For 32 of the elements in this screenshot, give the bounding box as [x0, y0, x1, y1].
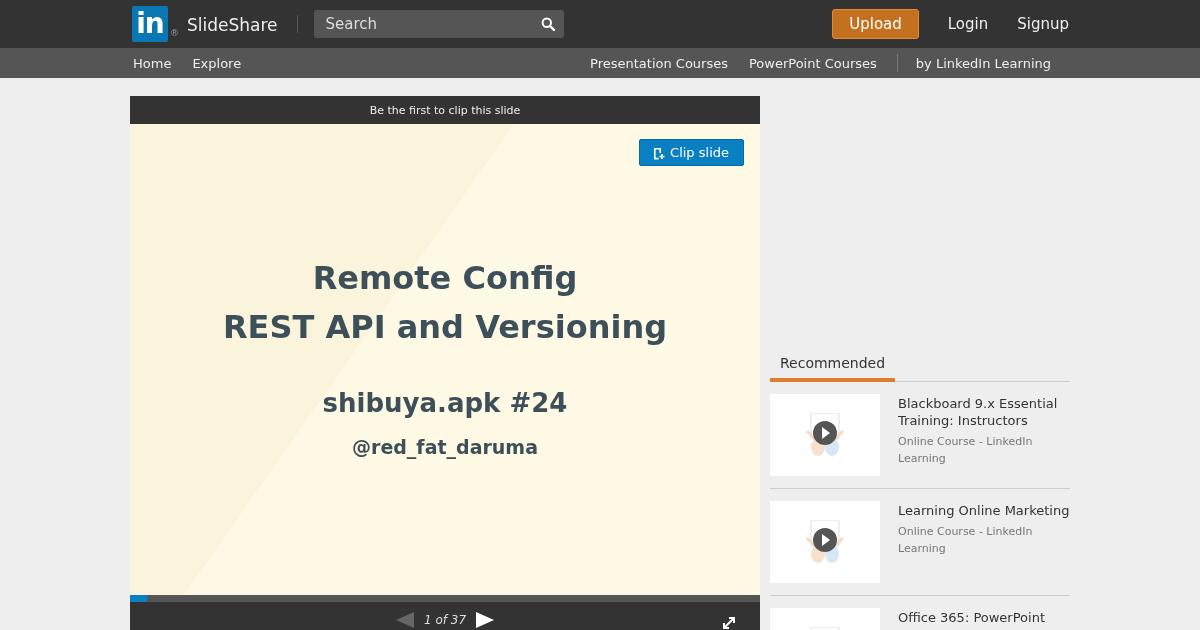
next-icon[interactable] — [476, 612, 495, 628]
nav-link[interactable]: Presentation Courses — [590, 55, 728, 71]
course-title[interactable]: Learning Online Marketing — [898, 502, 1070, 519]
course-meta: Online Course - LinkedIn Learning — [898, 524, 1034, 557]
slide-subtitle: shibuya.apk #24 — [322, 388, 568, 418]
registered-mark: ® — [170, 28, 179, 38]
login-link[interactable]: Login — [947, 15, 989, 33]
brand-name[interactable]: SlideShare — [187, 15, 278, 35]
course-thumbnail[interactable] — [770, 501, 880, 583]
nav-link[interactable]: PowerPoint Courses — [749, 55, 877, 71]
course-title[interactable]: Office 365: PowerPoint — [898, 609, 1045, 626]
page-counter: 1 of 37 — [423, 613, 467, 627]
play-logo-drawing — [805, 520, 845, 564]
search-field[interactable]: Search — [313, 10, 564, 38]
search-icon[interactable] — [540, 17, 555, 31]
nav-link[interactable]: Explore — [192, 55, 242, 71]
signup-link[interactable]: Signup — [1017, 15, 1069, 33]
upload-button[interactable]: Upload — [832, 9, 919, 39]
sidebar-tab[interactable]: Recommended — [770, 349, 896, 382]
course-thumbnail[interactable] — [770, 394, 880, 476]
course-title[interactable]: Blackboard 9.x Essential Training: Instructors — [898, 395, 1070, 429]
course-meta: Online Course - LinkedIn Learning — [898, 434, 1034, 467]
clip-slide-button[interactable]: Clip slide — [639, 139, 744, 166]
linkedin-logo[interactable]: in — [132, 6, 168, 42]
fullscreen-icon[interactable] — [722, 616, 736, 630]
clip-banner: Be the first to clip this slide — [130, 96, 760, 124]
slide-title: Remote Config REST API and Versioning — [222, 258, 668, 348]
nav-link[interactable]: Home — [133, 55, 172, 71]
author-handle: @red_fat_daruma — [352, 436, 538, 458]
play-logo-drawing — [805, 413, 845, 457]
nav-link[interactable]: by LinkedIn Learning — [915, 55, 1051, 71]
clipboard-add-icon — [652, 145, 666, 160]
